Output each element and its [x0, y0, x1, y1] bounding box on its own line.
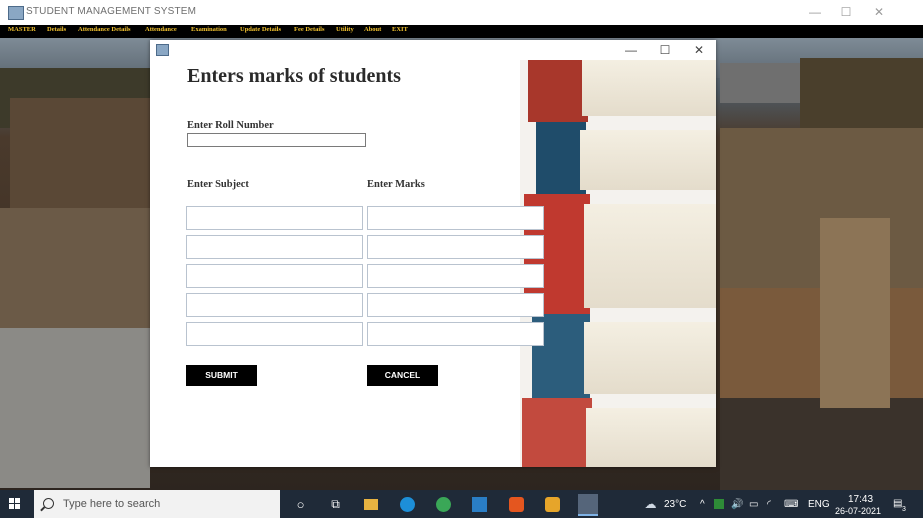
- roll-number-label: Enter Roll Number: [187, 120, 274, 131]
- java-app-icon: [8, 6, 24, 20]
- search-placeholder: Type here to search: [63, 498, 161, 510]
- keyboard-icon[interactable]: ⌨: [784, 499, 798, 510]
- search-icon: [43, 498, 54, 509]
- main-window-titlebar: STUDENT MANAGEMENT SYSTEM — ☐ ✕: [0, 0, 923, 26]
- submit-button[interactable]: SUBMIT: [186, 365, 257, 386]
- edge-icon[interactable]: [400, 497, 415, 512]
- cancel-button[interactable]: CANCEL: [367, 365, 438, 386]
- wifi-icon[interactable]: ◜: [767, 499, 771, 510]
- battery-icon[interactable]: ▭: [749, 499, 758, 510]
- child-minimize-button[interactable]: —: [616, 42, 646, 58]
- roll-number-input[interactable]: [187, 133, 366, 147]
- java-app-taskbar-icon[interactable]: [578, 494, 598, 516]
- marks-input-2[interactable]: [367, 235, 544, 259]
- menu-attendance-details[interactable]: Attendance Details: [78, 26, 131, 33]
- menu-utility[interactable]: Utility: [336, 26, 354, 33]
- main-maximize-button[interactable]: ☐: [831, 3, 861, 21]
- file-explorer-icon[interactable]: [364, 499, 378, 510]
- child-close-button[interactable]: ✕: [684, 42, 714, 58]
- chrome-icon[interactable]: [436, 497, 451, 512]
- clock-date[interactable]: 26-07-2021: [835, 506, 881, 516]
- volume-icon[interactable]: 🔊: [731, 499, 743, 510]
- main-minimize-button[interactable]: —: [800, 3, 830, 21]
- weather-temperature[interactable]: 23°C: [664, 499, 686, 510]
- subject-column-label: Enter Subject: [187, 179, 249, 190]
- subject-input-5[interactable]: [186, 322, 363, 346]
- chevron-up-icon[interactable]: ^: [700, 499, 705, 510]
- menu-attendance[interactable]: Attendance: [145, 26, 177, 33]
- subject-input-4[interactable]: [186, 293, 363, 317]
- marks-input-1[interactable]: [367, 206, 544, 230]
- marks-input-3[interactable]: [367, 264, 544, 288]
- office-icon[interactable]: [509, 497, 524, 512]
- main-close-button[interactable]: ✕: [864, 3, 894, 21]
- cortana-icon[interactable]: ○: [293, 497, 308, 512]
- menu-fee-details[interactable]: Fee Details: [294, 26, 325, 33]
- taskbar-search-box[interactable]: Type here to search: [34, 490, 280, 518]
- notification-count: 3: [902, 506, 906, 513]
- subject-input-2[interactable]: [186, 235, 363, 259]
- vscode-icon[interactable]: [472, 497, 487, 512]
- books-illustration: [520, 60, 716, 467]
- windows-start-icon[interactable]: [9, 498, 21, 510]
- menu-bar: MASTER Details Attendance Details Attend…: [0, 25, 923, 38]
- menu-details[interactable]: Details: [47, 26, 66, 33]
- enter-marks-window: — ☐ ✕ Enters marks of students Enter Rol…: [150, 40, 716, 467]
- child-maximize-button[interactable]: ☐: [650, 42, 680, 58]
- package-icon[interactable]: [545, 497, 560, 512]
- marks-input-5[interactable]: [367, 322, 544, 346]
- menu-exit[interactable]: EXIT: [392, 26, 408, 33]
- language-indicator[interactable]: ENG: [808, 499, 830, 510]
- java-app-icon: [156, 44, 169, 56]
- main-window-title: STUDENT MANAGEMENT SYSTEM: [26, 6, 197, 17]
- clock-time[interactable]: 17:43: [848, 494, 873, 505]
- page-heading: Enters marks of students: [187, 65, 401, 87]
- menu-master[interactable]: MASTER: [8, 26, 36, 33]
- marks-column-label: Enter Marks: [367, 179, 425, 190]
- task-view-icon[interactable]: ⧉: [328, 497, 343, 512]
- menu-about[interactable]: About: [364, 26, 381, 33]
- tray-app-icon[interactable]: [714, 499, 724, 509]
- child-window-titlebar: — ☐ ✕: [150, 40, 716, 60]
- weather-icon: ☁: [644, 497, 657, 511]
- menu-update-details[interactable]: Update Details: [240, 26, 281, 33]
- menu-examination[interactable]: Examination: [191, 26, 227, 33]
- marks-input-4[interactable]: [367, 293, 544, 317]
- taskbar: Type here to search ○ ⧉ ☁ 23°C ^ 🔊 ▭ ◜ ⌨…: [0, 490, 923, 518]
- subject-input-3[interactable]: [186, 264, 363, 288]
- subject-input-1[interactable]: [186, 206, 363, 230]
